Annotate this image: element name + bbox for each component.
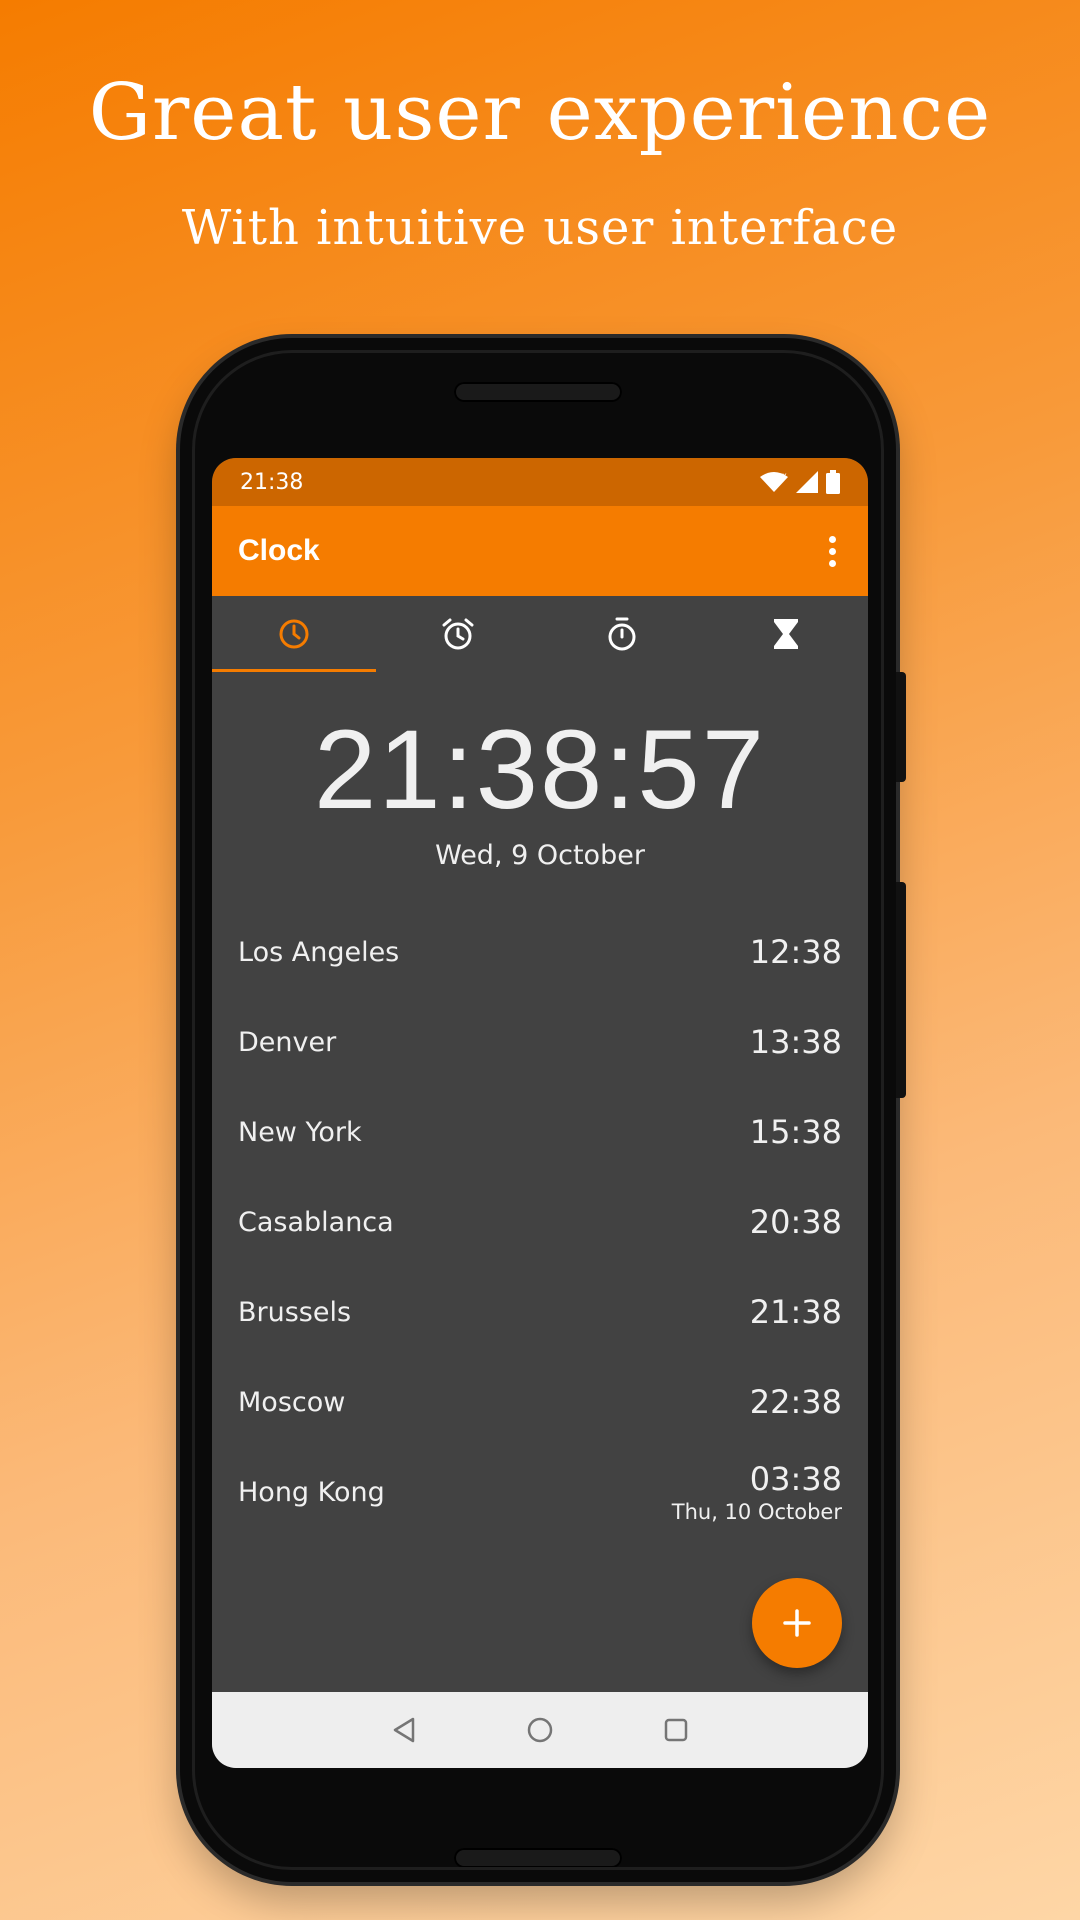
city-time: 15:38 (749, 1113, 842, 1151)
status-time: 21:38 (240, 469, 304, 495)
add-city-button[interactable] (752, 1578, 842, 1668)
recents-button[interactable] (658, 1712, 694, 1748)
tab-clock[interactable] (212, 596, 376, 672)
city-name: New York (238, 1116, 362, 1148)
signal-icon (796, 471, 818, 493)
main-clock-date: Wed, 9 October (435, 840, 645, 871)
city-name: Denver (238, 1026, 337, 1058)
list-item[interactable]: Hong Kong 03:38 Thu, 10 October (238, 1447, 842, 1537)
tab-timer[interactable] (704, 596, 868, 672)
home-button[interactable] (522, 1712, 558, 1748)
volume-button[interactable] (896, 882, 906, 1098)
main-clock-time: 21:38:57 (314, 707, 766, 832)
headline-title: Great user experience (88, 68, 992, 158)
app-bar: Clock (212, 506, 868, 596)
city-name: Hong Kong (238, 1476, 385, 1508)
city-name: Casablanca (238, 1206, 394, 1238)
hourglass-icon (774, 619, 798, 649)
stopwatch-icon (608, 617, 636, 651)
city-time: 20:38 (749, 1203, 842, 1241)
city-name: Moscow (238, 1386, 346, 1418)
tab-alarm[interactable] (376, 596, 540, 672)
power-button[interactable] (896, 672, 906, 782)
list-item[interactable]: Moscow 22:38 (238, 1357, 842, 1447)
more-vert-icon[interactable] (820, 531, 844, 571)
city-list: Los Angeles 12:38 Denver 13:38 New York … (212, 907, 868, 1537)
city-time: 22:38 (749, 1383, 842, 1421)
battery-icon (826, 470, 840, 494)
bottom-speaker (454, 1848, 622, 1868)
svg-text:x: x (782, 471, 787, 480)
screen: 21:38 x Clock 21:38:57 Wed, 9 October Lo… (212, 458, 868, 1768)
headline-subtitle: With intuitive user interface (181, 200, 899, 256)
city-name: Brussels (238, 1296, 352, 1328)
city-time: 12:38 (749, 933, 842, 971)
list-item[interactable]: New York 15:38 (238, 1087, 842, 1177)
clock-icon (279, 619, 309, 649)
plus-icon (783, 1609, 811, 1637)
city-time: 21:38 (749, 1293, 842, 1331)
status-bar: 21:38 x (212, 458, 868, 506)
list-item[interactable]: Los Angeles 12:38 (238, 907, 842, 997)
recents-icon (664, 1718, 688, 1742)
app-title: Clock (238, 534, 320, 567)
city-name: Los Angeles (238, 936, 400, 968)
city-time: 13:38 (749, 1023, 842, 1061)
system-nav-bar (212, 1692, 868, 1768)
back-button[interactable] (386, 1712, 422, 1748)
phone-frame: 21:38 x Clock 21:38:57 Wed, 9 October Lo… (180, 338, 906, 1882)
top-speaker (454, 382, 622, 402)
back-icon (393, 1717, 415, 1743)
city-time: 03:38 (749, 1460, 842, 1498)
wifi-icon: x (760, 471, 788, 492)
home-icon (527, 1717, 553, 1743)
tab-stopwatch[interactable] (540, 596, 704, 672)
status-icons: x (760, 470, 840, 494)
list-item[interactable]: Brussels 21:38 (238, 1267, 842, 1357)
list-item[interactable]: Denver 13:38 (238, 997, 842, 1087)
city-date: Thu, 10 October (671, 1500, 842, 1524)
alarm-icon (442, 618, 474, 650)
tab-bar (212, 596, 868, 672)
list-item[interactable]: Casablanca 20:38 (238, 1177, 842, 1267)
